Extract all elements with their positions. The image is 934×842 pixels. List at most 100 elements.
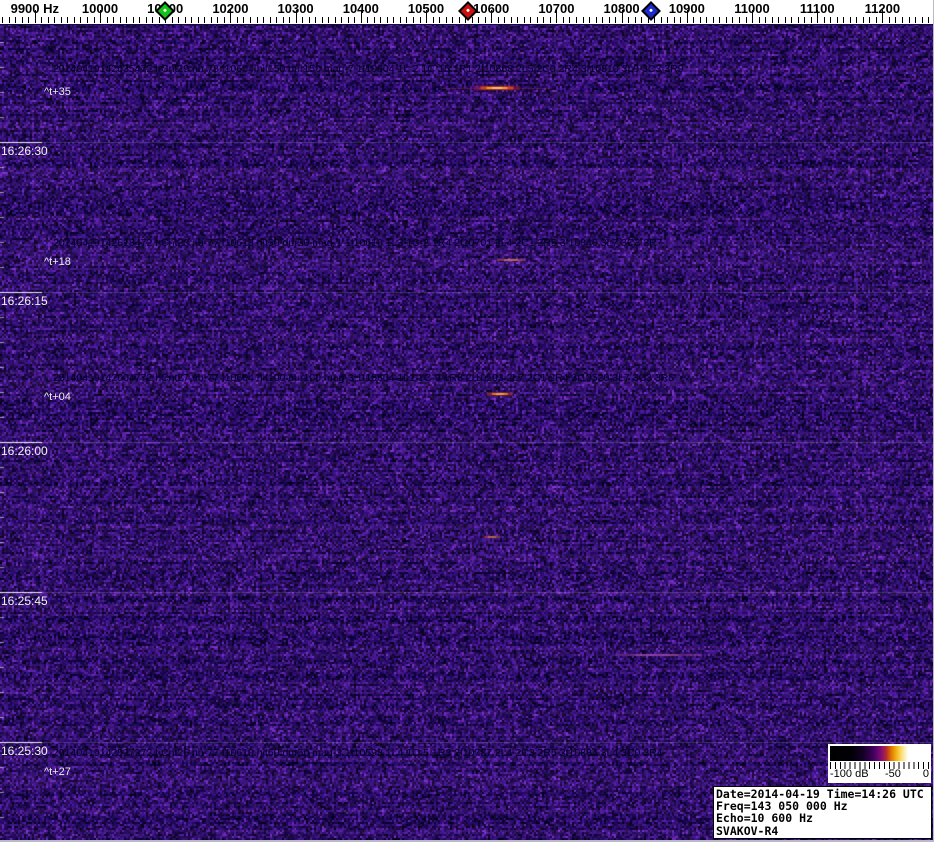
ruler-tick	[785, 17, 786, 23]
ruler-tick	[739, 17, 740, 23]
ruler-tick	[609, 17, 610, 23]
ruler-tick	[28, 17, 29, 23]
blue-marker-diamond-icon[interactable]	[641, 1, 661, 21]
ruler-tick	[798, 17, 799, 23]
ruler-tick	[354, 17, 355, 23]
ruler-tick	[439, 17, 440, 23]
ruler-tick	[335, 17, 336, 23]
ruler-tick	[674, 17, 675, 23]
ruler-tick	[172, 17, 173, 23]
ruler-tick	[250, 17, 251, 23]
ruler-tick	[765, 17, 766, 23]
ruler-tick	[400, 17, 401, 23]
detection-time-offset: ^t+35	[44, 86, 71, 98]
ruler-tick	[922, 17, 923, 23]
ruler-tick	[74, 17, 75, 23]
ruler-tick	[224, 17, 225, 23]
ruler-tick	[615, 17, 616, 23]
ruler-tick	[530, 17, 531, 23]
ruler-tick	[387, 17, 388, 23]
ruler-tick	[309, 17, 310, 23]
ruler-tick	[589, 17, 590, 23]
ruler-tick	[661, 17, 662, 23]
ruler-tick	[433, 17, 434, 23]
ruler-tick	[837, 17, 838, 23]
frequency-ruler: 9900 Hz100001010010200103001040010500106…	[0, 0, 934, 25]
ruler-tick	[596, 17, 597, 23]
info-station-id: SVAKOV-R4	[716, 825, 929, 837]
ruler-tick	[120, 17, 121, 23]
ruler-label: 10300	[278, 1, 314, 16]
ruler-tick	[478, 17, 479, 23]
ruler-label: 10500	[408, 1, 444, 16]
green-marker-center-dot	[163, 8, 167, 12]
ruler-tick	[700, 17, 701, 23]
ruler-tick	[446, 17, 447, 23]
ruler-tick	[185, 17, 186, 23]
ruler-tick	[909, 17, 910, 23]
ruler-tick	[94, 17, 95, 23]
ruler-tick	[113, 17, 114, 23]
ruler-tick	[583, 17, 584, 23]
legend-labels: -100 dB -50 0	[830, 769, 929, 781]
info-echo: Echo=10 600 Hz	[716, 812, 929, 824]
detection-time-offset: ^t+27	[44, 766, 71, 778]
ruler-tick	[393, 17, 394, 23]
ruler-tick	[263, 17, 264, 23]
ruler-tick	[602, 17, 603, 23]
ruler-tick	[204, 17, 205, 23]
ruler-label: 10200	[212, 1, 248, 16]
ruler-tick	[178, 17, 179, 23]
ruler-tick	[706, 17, 707, 23]
ruler-tick	[863, 17, 864, 23]
ruler-label: 10400	[343, 1, 379, 16]
ruler-tick	[276, 17, 277, 23]
ruler-tick	[15, 17, 16, 23]
ruler-tick	[198, 17, 199, 23]
ruler-tick	[850, 17, 851, 23]
ruler-tick	[524, 17, 525, 23]
ruler-tick	[550, 17, 551, 23]
ruler-tick	[830, 17, 831, 23]
ruler-tick	[569, 17, 570, 23]
ruler-tick	[452, 17, 453, 23]
ruler-tick	[576, 17, 577, 23]
ruler-tick	[374, 17, 375, 23]
ruler-tick	[759, 17, 760, 23]
ruler-tick	[48, 17, 49, 23]
ruler-tick	[856, 17, 857, 23]
ruler-tick	[654, 17, 655, 23]
ruler-tick	[843, 17, 844, 23]
ruler-label: 11000	[734, 1, 769, 16]
detection-annotation: 20140419142604772 hCnt27 nb-77 f10604 hi…	[53, 372, 674, 384]
ruler-label: 11100	[800, 1, 835, 16]
ruler-tick	[928, 17, 929, 23]
ruler-tick	[107, 17, 108, 23]
ruler-tick	[732, 17, 733, 23]
ruler-tick	[87, 17, 88, 23]
ruler-tick	[348, 17, 349, 23]
ruler-tick	[315, 17, 316, 23]
ruler-tick	[152, 17, 153, 23]
ruler-tick	[693, 17, 694, 23]
ruler-tick	[367, 17, 368, 23]
ruler-tick	[211, 17, 212, 23]
ruler-tick	[517, 17, 518, 23]
ruler-tick	[804, 17, 805, 23]
ruler-tick	[459, 17, 460, 23]
ruler-tick	[498, 17, 499, 23]
ruler-tick	[543, 17, 544, 23]
ruler-tick	[915, 17, 916, 23]
ruler-tick	[270, 17, 271, 23]
ruler-tick	[22, 17, 23, 23]
ruler-tick	[869, 17, 870, 23]
ruler-tick	[485, 17, 486, 23]
ruler-label: 10600	[473, 1, 509, 16]
ruler-tick	[889, 17, 890, 23]
ruler-tick	[511, 17, 512, 23]
ruler-tick	[328, 17, 329, 23]
ruler-tick	[902, 17, 903, 23]
spectrogram-waterfall	[0, 24, 934, 842]
ruler-tick	[2, 17, 3, 23]
ruler-tick	[159, 17, 160, 23]
